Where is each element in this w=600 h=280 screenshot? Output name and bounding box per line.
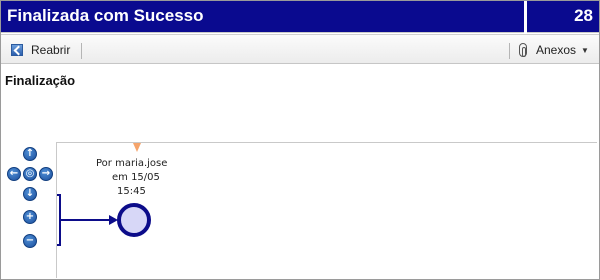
- item-count: 28: [574, 6, 593, 25]
- flow-marker: [133, 143, 141, 152]
- reopen-label: Reabrir: [31, 43, 71, 57]
- toolbar-separator: [81, 43, 82, 59]
- zoom-in-icon[interactable]: +: [23, 210, 37, 224]
- diagram-navigation: ↑ ← ◎ → ↓ + −: [1, 141, 57, 271]
- pan-up-icon[interactable]: ↑: [23, 147, 37, 161]
- toolbar-separator: [509, 43, 510, 59]
- pan-down-icon[interactable]: ↓: [23, 187, 37, 201]
- completed-time-text: 15:45: [117, 186, 146, 197]
- caret-down-icon: ▼: [581, 45, 589, 55]
- toolbar: Reabrir Anexos ▼: [1, 34, 599, 64]
- flow-connector: [57, 194, 61, 246]
- title-divider: [524, 1, 527, 33]
- attachments-label: Anexos: [536, 43, 577, 57]
- pan-left-icon[interactable]: ←: [7, 167, 21, 181]
- reopen-icon: [11, 44, 23, 56]
- reopen-button[interactable]: Reabrir: [11, 41, 70, 59]
- window-title: Finalizada com Sucesso: [7, 6, 204, 25]
- center-icon[interactable]: ◎: [23, 167, 37, 181]
- process-diagram-canvas[interactable]: Por maria.jose em 15/05 15:45: [56, 142, 597, 278]
- flow-arrowhead: [109, 215, 118, 225]
- title-bar: Finalizada com Sucesso 28: [1, 1, 599, 33]
- attachments-button[interactable]: Anexos ▼: [519, 41, 589, 59]
- workflow-window: Finalizada com Sucesso 28 Reabrir Anexos…: [0, 0, 600, 280]
- paperclip-icon: [519, 43, 527, 57]
- zoom-out-icon[interactable]: −: [23, 234, 37, 248]
- pan-right-icon[interactable]: →: [39, 167, 53, 181]
- completed-by-text: Por maria.jose: [96, 158, 168, 169]
- completed-date-text: em 15/05: [112, 172, 160, 183]
- end-event-node[interactable]: [117, 203, 151, 237]
- section-title: Finalização: [5, 73, 76, 88]
